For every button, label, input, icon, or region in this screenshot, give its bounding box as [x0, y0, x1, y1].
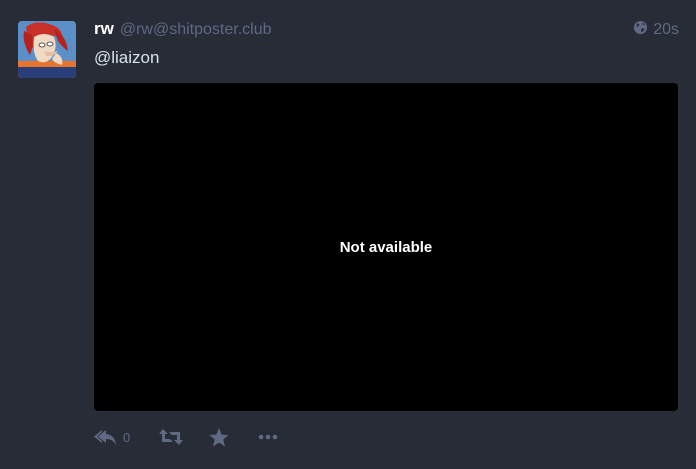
- avatar-image: [18, 21, 76, 78]
- globe-icon: [633, 20, 648, 40]
- more-button[interactable]: [258, 433, 288, 441]
- media-placeholder[interactable]: Not available: [94, 83, 678, 411]
- favourite-button[interactable]: [208, 427, 258, 448]
- status-header[interactable]: rw @rw@shitposter.club: [94, 19, 272, 41]
- reply-count: 0: [123, 429, 131, 445]
- action-bar: 0: [94, 424, 288, 450]
- boost-button[interactable]: [158, 427, 208, 447]
- timestamp[interactable]: 20s: [653, 21, 679, 39]
- reply-button[interactable]: 0: [94, 427, 158, 447]
- status-card[interactable]: rw @rw@shitposter.club 20s @liaizon Not …: [0, 0, 696, 469]
- ellipsis-icon: [258, 433, 278, 441]
- status-content[interactable]: @liaizon: [94, 48, 159, 68]
- reply-all-icon: [94, 427, 118, 447]
- star-icon: [208, 427, 230, 448]
- status-meta[interactable]: 20s: [633, 20, 679, 40]
- media-unavailable-label: Not available: [339, 238, 433, 256]
- account-handle[interactable]: @rw@shitposter.club: [120, 21, 272, 39]
- avatar[interactable]: [18, 21, 76, 78]
- retweet-icon: [158, 427, 184, 447]
- display-name[interactable]: rw: [94, 19, 114, 39]
